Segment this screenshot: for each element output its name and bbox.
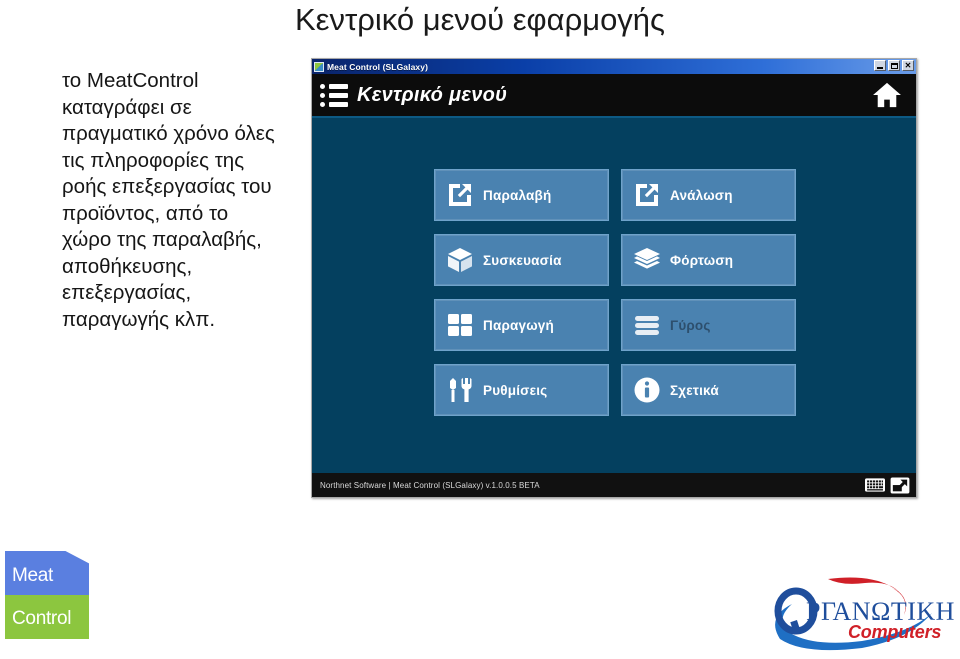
package-box-icon <box>445 245 475 275</box>
logo-word-meat: Meat <box>12 565 54 586</box>
menu-button-schetika[interactable]: Σχετικά <box>621 364 796 416</box>
menu-button-label: Παραγωγή <box>483 317 554 333</box>
description-text: το MeatControl καταγράφει σε πραγματικό … <box>62 69 275 331</box>
receive-square-arrow-in-icon <box>445 180 475 210</box>
list-bars-icon <box>632 310 662 340</box>
application-window: Meat Control (SLGalaxy) ✕ Κεντρικό μενού <box>311 58 917 498</box>
keyboard-icon[interactable] <box>865 478 885 492</box>
app-header-band: Κεντρικό μενού <box>312 74 916 118</box>
window-controls: ✕ <box>874 60 914 71</box>
menu-button-syskevasia[interactable]: Συσκευασία <box>434 234 609 286</box>
slide-canvas: Κεντρικό μενού εφαρμογής το MeatControl … <box>0 0 960 659</box>
menu-button-paragogi[interactable]: Παραγωγή <box>434 299 609 351</box>
app-header-title: Κεντρικό μενού <box>357 83 508 106</box>
menu-button-label: Φόρτωση <box>670 252 734 268</box>
page-title: Κεντρικό μενού εφαρμογής <box>295 2 665 37</box>
info-circle-icon <box>632 375 662 405</box>
main-menu-grid: Παραλαβή Ανάλωση Συσκευασία Φόρτωση Παρα… <box>434 169 796 416</box>
restore-button[interactable] <box>888 60 900 71</box>
list-icon <box>320 83 348 107</box>
screwdriver-wrench-icon <box>445 375 475 405</box>
maximize-window-icon[interactable] <box>890 476 910 494</box>
layers-stack-icon <box>632 245 662 275</box>
menu-button-label: Παραλαβή <box>483 187 552 203</box>
window-titlebar: Meat Control (SLGalaxy) ✕ <box>312 59 916 74</box>
menu-button-analosi[interactable]: Ανάλωση <box>621 169 796 221</box>
home-icon[interactable] <box>872 82 902 108</box>
menu-button-gyros[interactable]: Γύρος <box>621 299 796 351</box>
grid-four-squares-icon <box>445 310 475 340</box>
consume-square-arrow-out-icon <box>632 180 662 210</box>
menu-button-rythmiseis[interactable]: Ρυθμίσεις <box>434 364 609 416</box>
status-bar-text: Northnet Software | Meat Control (SLGala… <box>320 480 540 490</box>
menu-button-label: Ανάλωση <box>670 187 733 203</box>
menu-button-fortosi[interactable]: Φόρτωση <box>621 234 796 286</box>
menu-button-label: Ρυθμίσεις <box>483 382 548 398</box>
meatcontrol-logo: Meat Control <box>5 551 89 639</box>
logo-word-control: Control <box>12 608 72 629</box>
window-title: Meat Control (SLGalaxy) <box>327 61 429 72</box>
organotiki-logo: ΡΓΑΝΩΤΙΚΗ Computers <box>770 577 955 655</box>
menu-button-label: Σχετικά <box>670 382 719 398</box>
app-icon <box>314 61 324 72</box>
menu-button-label: Γύρος <box>670 317 711 333</box>
menu-button-paralavi[interactable]: Παραλαβή <box>434 169 609 221</box>
menu-button-label: Συσκευασία <box>483 252 562 268</box>
minimize-button[interactable] <box>874 60 886 71</box>
organotiki-tagline: Computers <box>848 622 942 642</box>
status-bar-icons <box>865 476 910 494</box>
close-button[interactable]: ✕ <box>902 60 914 71</box>
status-bar: Northnet Software | Meat Control (SLGala… <box>312 473 916 497</box>
